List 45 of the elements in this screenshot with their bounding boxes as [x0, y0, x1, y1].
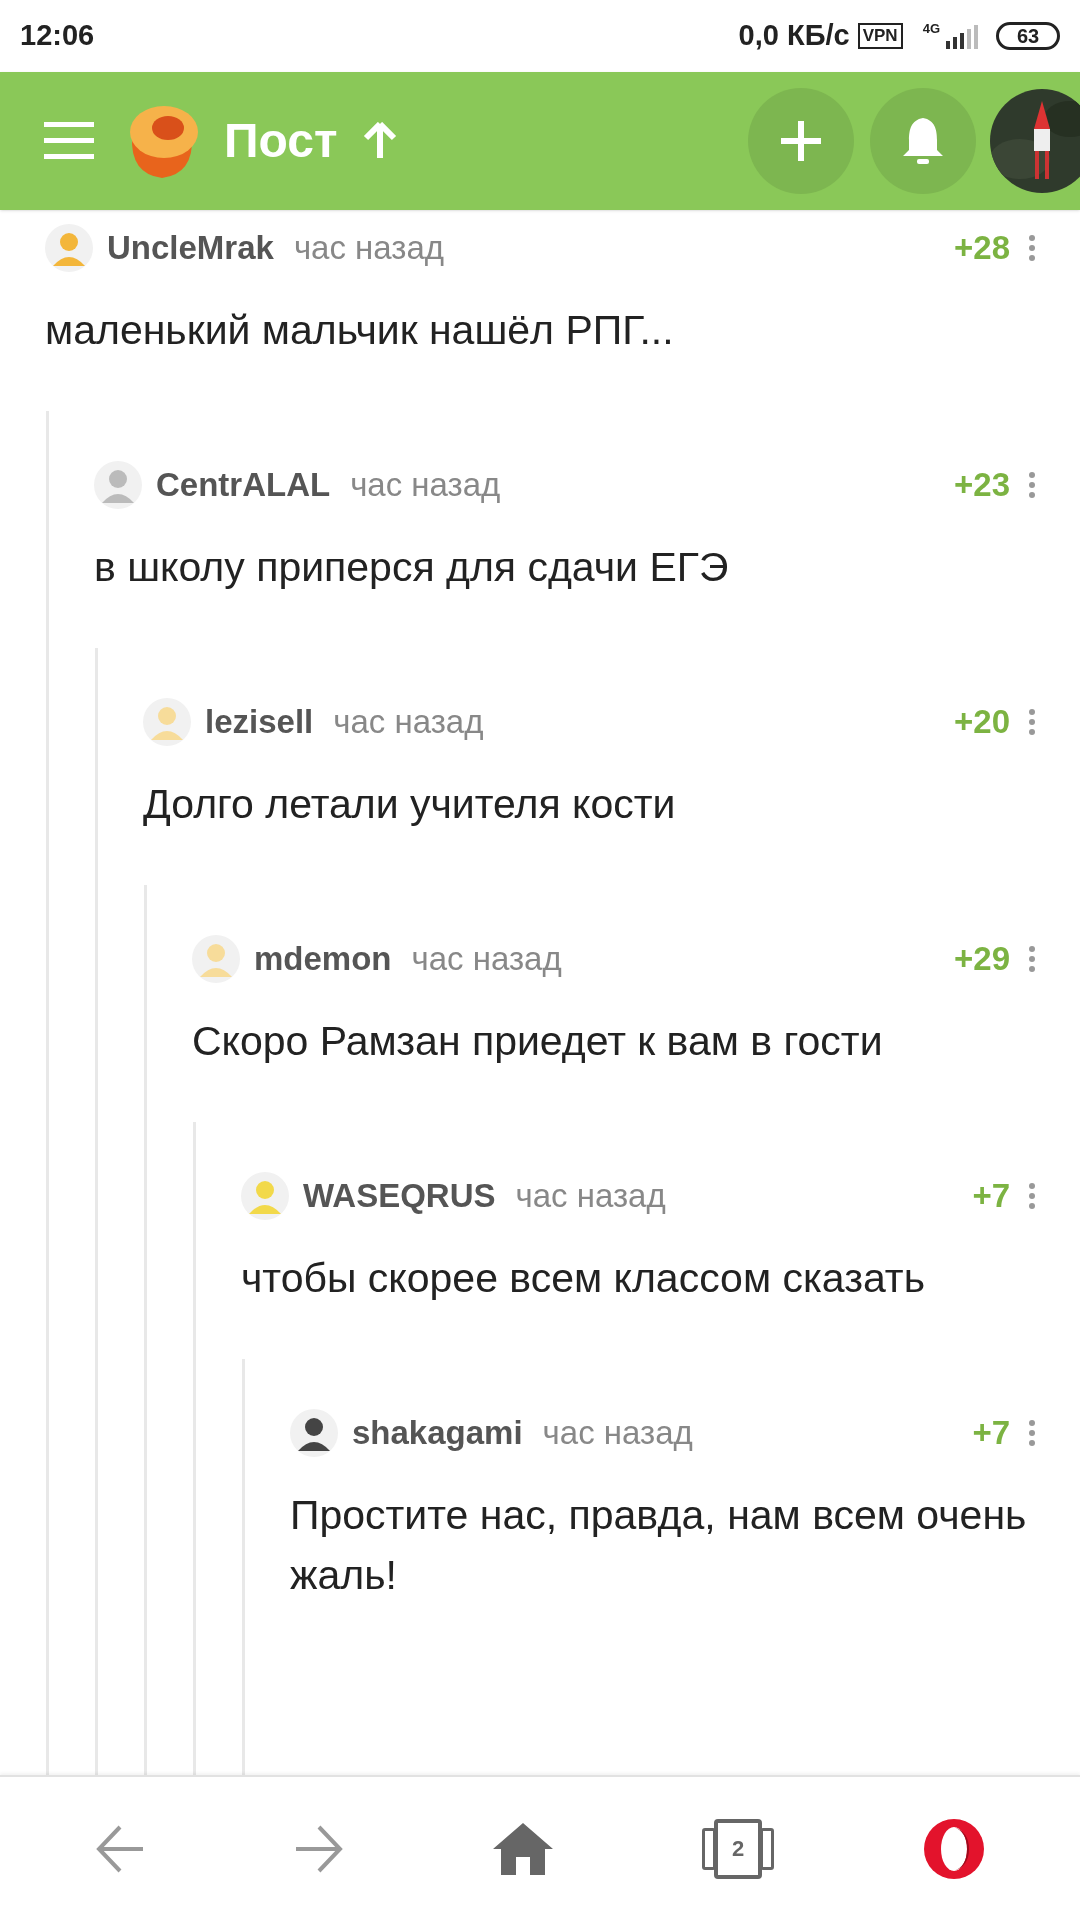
clock-time: 12:06: [20, 18, 95, 54]
username[interactable]: WASEQRUS: [303, 1171, 496, 1221]
comment-text: маленький мальчик нашёл РПГ...: [45, 306, 675, 355]
username[interactable]: UncleMrak: [107, 223, 274, 273]
rating: +7: [972, 1176, 1010, 1217]
comment-time: час назад: [515, 1176, 666, 1217]
more-icon[interactable]: [1028, 1420, 1036, 1446]
comment-time: час назад: [333, 702, 484, 743]
comment-text: чтобы скорее всем классом сказать: [241, 1254, 926, 1303]
browser-logo[interactable]: [923, 1817, 986, 1880]
username[interactable]: shakagami: [352, 1408, 523, 1458]
comment-time: час назад: [293, 228, 445, 269]
more-icon[interactable]: [1028, 235, 1036, 261]
forward-icon[interactable]: [293, 1823, 344, 1874]
rating: +23: [954, 465, 1010, 506]
comment-text: Долго летали учителя кости: [143, 780, 677, 829]
more-icon[interactable]: [1028, 709, 1036, 735]
network-speed: 0,0 КБ/с: [738, 18, 850, 54]
rating: +7: [972, 1413, 1010, 1454]
arrow-up-icon[interactable]: [363, 122, 398, 160]
comment-text: в школу приперся для сдачи ЕГЭ: [94, 543, 730, 592]
username[interactable]: mdemon: [254, 934, 392, 984]
more-icon[interactable]: [1028, 946, 1036, 972]
comment-time: час назад: [542, 1413, 693, 1454]
rating: +29: [954, 939, 1010, 980]
comment-time: час назад: [350, 465, 501, 506]
home-icon[interactable]: [492, 1822, 553, 1875]
comment-time: час назад: [411, 939, 562, 980]
username[interactable]: lezisell: [205, 697, 314, 747]
more-icon[interactable]: [1028, 1183, 1036, 1209]
username[interactable]: CentrALAL: [156, 460, 331, 510]
rating: +20: [954, 702, 1010, 743]
more-icon[interactable]: [1028, 472, 1036, 498]
comment-text: Скоро Рамзан приедет к вам в гости: [192, 1017, 884, 1066]
back-icon[interactable]: [94, 1823, 145, 1874]
battery-indicator: 63: [996, 22, 1060, 50]
plus-icon: [779, 119, 823, 163]
bell-icon: [901, 116, 945, 166]
network-type: 4G: [922, 20, 940, 38]
avatar[interactable]: [290, 1409, 338, 1457]
page-title: Пост: [224, 113, 338, 169]
vpn-indicator: VPN: [857, 23, 903, 49]
comment-text: Простите нас, правда, нам всем очень жаль!: [290, 1491, 1028, 1600]
menu-icon[interactable]: [44, 122, 94, 160]
rating: +28: [954, 228, 1010, 269]
